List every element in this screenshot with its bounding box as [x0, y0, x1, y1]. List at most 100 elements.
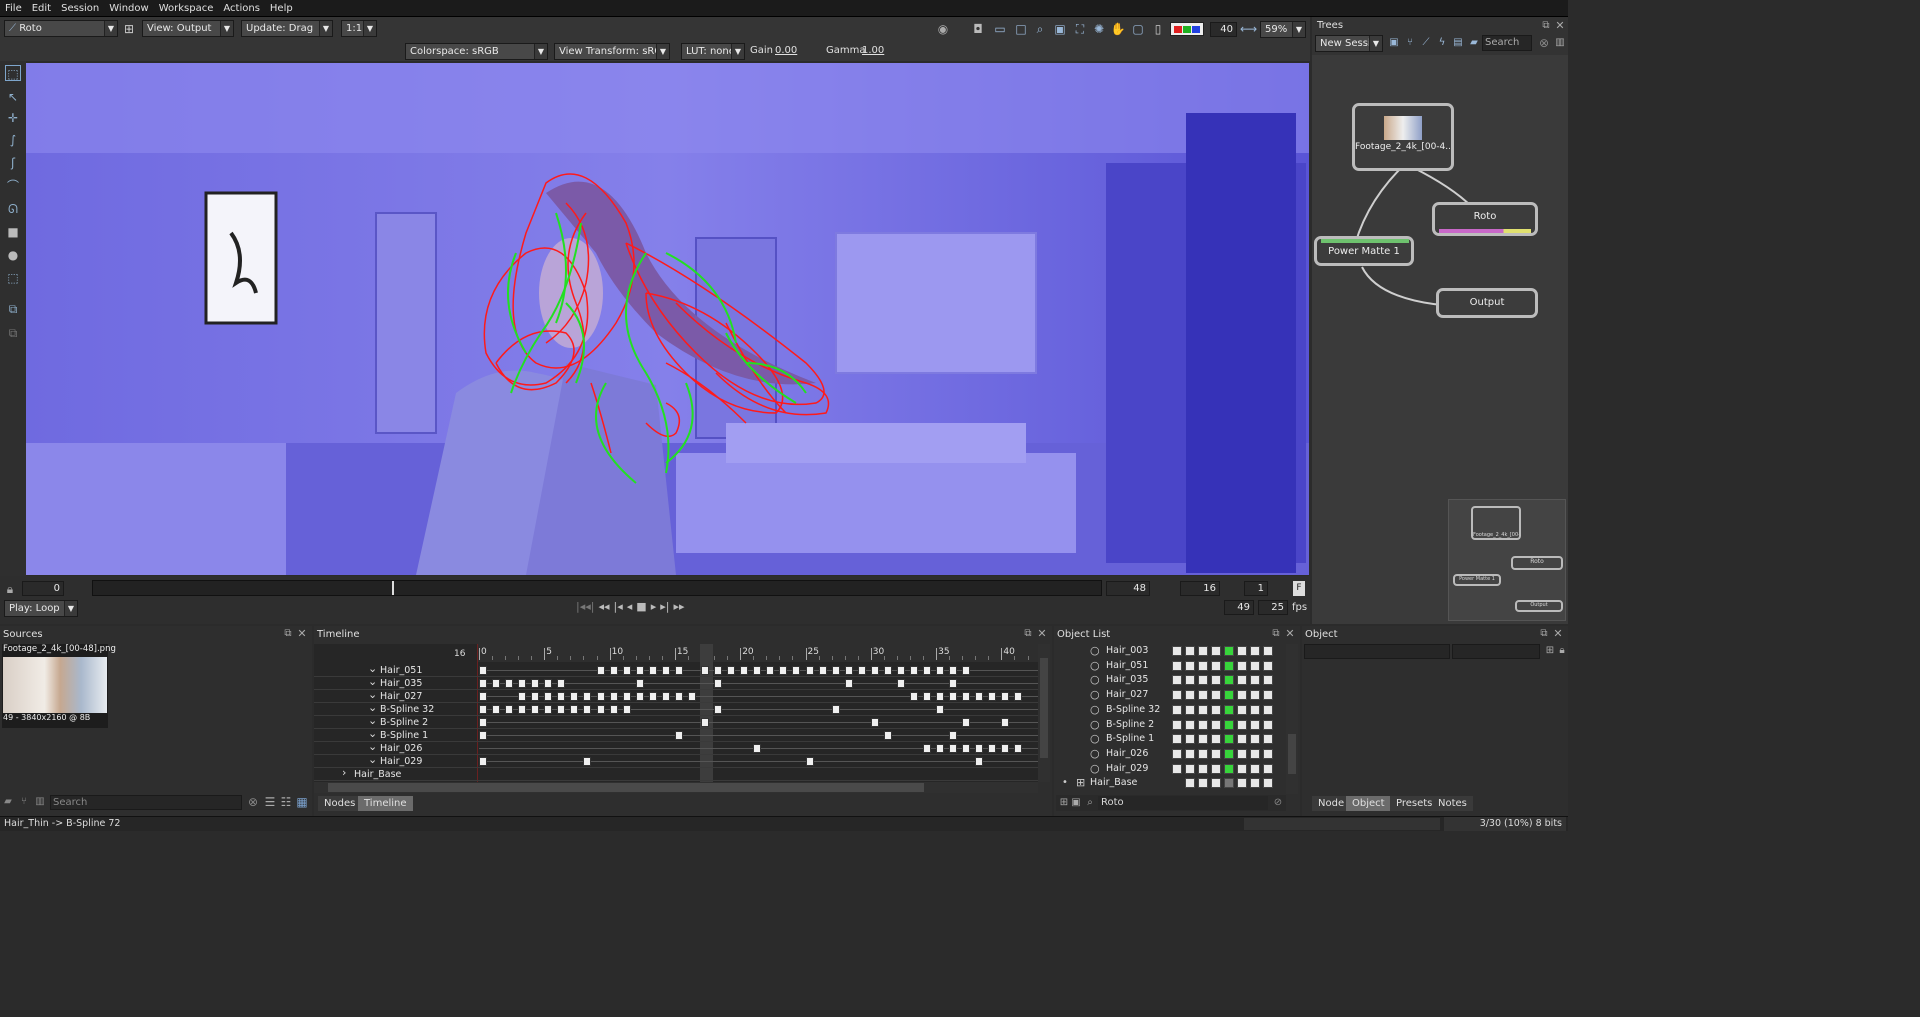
close-icon[interactable]: ✕	[294, 626, 310, 642]
keyframe[interactable]	[1014, 744, 1023, 753]
blend-toggle-icon[interactable]	[1185, 690, 1195, 701]
blend-toggle-icon[interactable]	[1185, 646, 1195, 656]
chevron-down-icon[interactable]: ⌄	[368, 727, 377, 740]
keyframe[interactable]	[583, 692, 592, 701]
blend-toggle-icon[interactable]	[1185, 704, 1195, 715]
keyframe[interactable]	[622, 666, 631, 675]
object-list-item[interactable]: ○ Hair_035	[1058, 673, 1284, 687]
notes-toggle-icon[interactable]	[1263, 646, 1273, 656]
timeline-row[interactable]: ⌄ Hair_027	[314, 688, 1038, 703]
frame-box[interactable]: 40	[1210, 22, 1237, 37]
toggle-icon[interactable]: ◉	[935, 21, 951, 37]
keyframe[interactable]	[505, 679, 514, 688]
visible-toggle-icon[interactable]	[1172, 675, 1182, 686]
motion-blur-toggle-icon[interactable]	[1211, 646, 1221, 656]
tab-timeline[interactable]: Timeline	[358, 796, 413, 811]
keyframe[interactable]	[596, 692, 605, 701]
blend-toggle-icon[interactable]	[1185, 778, 1195, 789]
timeline-row[interactable]: ⌄ Hair_026	[314, 740, 1038, 755]
invert-toggle-icon[interactable]	[1198, 646, 1208, 656]
invert-toggle-icon[interactable]	[1198, 734, 1208, 745]
keyframe[interactable]	[661, 692, 670, 701]
chevron-down-icon[interactable]: ⌄	[368, 753, 377, 766]
scrubber-playhead[interactable]	[392, 581, 395, 595]
rewind-icon[interactable]: ◂◂	[598, 600, 609, 616]
notes-toggle-icon[interactable]	[1263, 719, 1273, 730]
keyframe[interactable]	[518, 705, 527, 714]
keyframe[interactable]	[479, 705, 487, 714]
colorspace-dropdown[interactable]: Colorspace: sRGB ▼	[405, 43, 548, 60]
keyframe[interactable]	[870, 718, 879, 727]
node-roto[interactable]: Roto	[1432, 202, 1538, 236]
visible-toggle-icon[interactable]	[1172, 704, 1182, 715]
keyframe[interactable]	[949, 666, 958, 675]
keyframe[interactable]	[988, 744, 997, 753]
invert-toggle-icon[interactable]	[1198, 690, 1208, 701]
keyframe[interactable]	[505, 705, 514, 714]
session-dropdown[interactable]: New Session ▼	[1315, 35, 1383, 52]
folder-icon[interactable]: ▰	[0, 794, 16, 810]
lock-icon[interactable]: 🔒︎	[2, 581, 18, 597]
filter-icon[interactable]: ⑂	[16, 794, 32, 810]
object-list-item[interactable]: ○ B-Spline 32	[1058, 703, 1284, 717]
hand-icon[interactable]: ✋	[1110, 21, 1126, 37]
invert-toggle-icon[interactable]	[1198, 748, 1208, 759]
increment-frame[interactable]: 1	[1244, 581, 1268, 596]
fit-icon[interactable]: ⛶	[1072, 21, 1088, 37]
play-mode-dropdown[interactable]: Play: Loop ▼	[4, 600, 78, 617]
blend-toggle-icon[interactable]	[1185, 763, 1195, 774]
keyframe[interactable]	[923, 692, 932, 701]
keyframe[interactable]	[962, 718, 971, 727]
camera-icon[interactable]: ◘	[970, 21, 986, 37]
keyframe[interactable]	[1001, 718, 1010, 727]
color-toggle-icon[interactable]	[1224, 675, 1234, 686]
keyframe[interactable]	[1001, 692, 1010, 701]
lock-icon[interactable]: 🔒︎	[1554, 643, 1570, 659]
keyframe[interactable]	[870, 666, 879, 675]
keyframe[interactable]	[544, 692, 553, 701]
film-icon[interactable]: ▥	[32, 794, 48, 810]
color-toggle-icon[interactable]	[1224, 646, 1234, 656]
tree-icon[interactable]: ⑂	[1402, 35, 1418, 51]
node-footage[interactable]: Footage_2_4k_[00-4...	[1352, 103, 1454, 171]
go-start-icon[interactable]: |◂◂|	[576, 600, 594, 616]
gamma-value[interactable]: 1.00	[862, 42, 884, 59]
keyframe[interactable]	[544, 705, 553, 714]
update-dropdown[interactable]: Update: Drag ▼	[241, 20, 333, 37]
keyframe[interactable]	[936, 744, 945, 753]
timeline-hscrollbar[interactable]	[314, 782, 1038, 793]
motion-blur-toggle-icon[interactable]	[1211, 763, 1221, 774]
node-output[interactable]: Output	[1436, 288, 1538, 318]
view-toggle-icon[interactable]	[1250, 646, 1260, 656]
menu-edit[interactable]: Edit	[27, 3, 56, 14]
keyframe[interactable]	[896, 679, 905, 688]
frame-scrubber[interactable]	[92, 580, 1102, 596]
visible-toggle-icon[interactable]	[1172, 734, 1182, 745]
color-toggle-icon[interactable]	[1224, 778, 1234, 789]
chevron-down-icon[interactable]: ⌄	[368, 701, 377, 714]
chevron-down-icon[interactable]: ⌄	[368, 714, 377, 727]
keyframe[interactable]	[492, 679, 501, 688]
safe-area-icon[interactable]: ▢	[1130, 21, 1146, 37]
motion-blur-toggle-icon[interactable]	[1211, 734, 1221, 745]
keyframe[interactable]	[479, 692, 487, 701]
invert-toggle-icon[interactable]	[1198, 675, 1208, 686]
object-list-item[interactable]: ○ B-Spline 2	[1058, 718, 1284, 732]
keyframe[interactable]	[583, 757, 592, 766]
keyframe[interactable]	[479, 757, 487, 766]
keyframe[interactable]	[661, 666, 670, 675]
view-toggle-icon[interactable]	[1250, 763, 1260, 774]
keyframe[interactable]	[609, 705, 618, 714]
motion-blur-toggle-icon[interactable]	[1211, 748, 1221, 759]
keyframe[interactable]	[531, 692, 540, 701]
view-toggle-icon[interactable]	[1250, 660, 1260, 671]
keyframe[interactable]	[479, 731, 487, 740]
keyframe[interactable]	[962, 692, 971, 701]
view-toggle-icon[interactable]	[1250, 748, 1260, 759]
delete-icon[interactable]: ▥	[1552, 35, 1568, 51]
motion-blur-toggle-icon[interactable]	[1211, 660, 1221, 671]
object-type-field[interactable]	[1452, 644, 1540, 659]
keyframe[interactable]	[635, 679, 644, 688]
ratio-dropdown[interactable]: 1:1 ▼	[341, 20, 377, 37]
timeline-row[interactable]: ⌄ Hair_029	[314, 753, 1038, 768]
